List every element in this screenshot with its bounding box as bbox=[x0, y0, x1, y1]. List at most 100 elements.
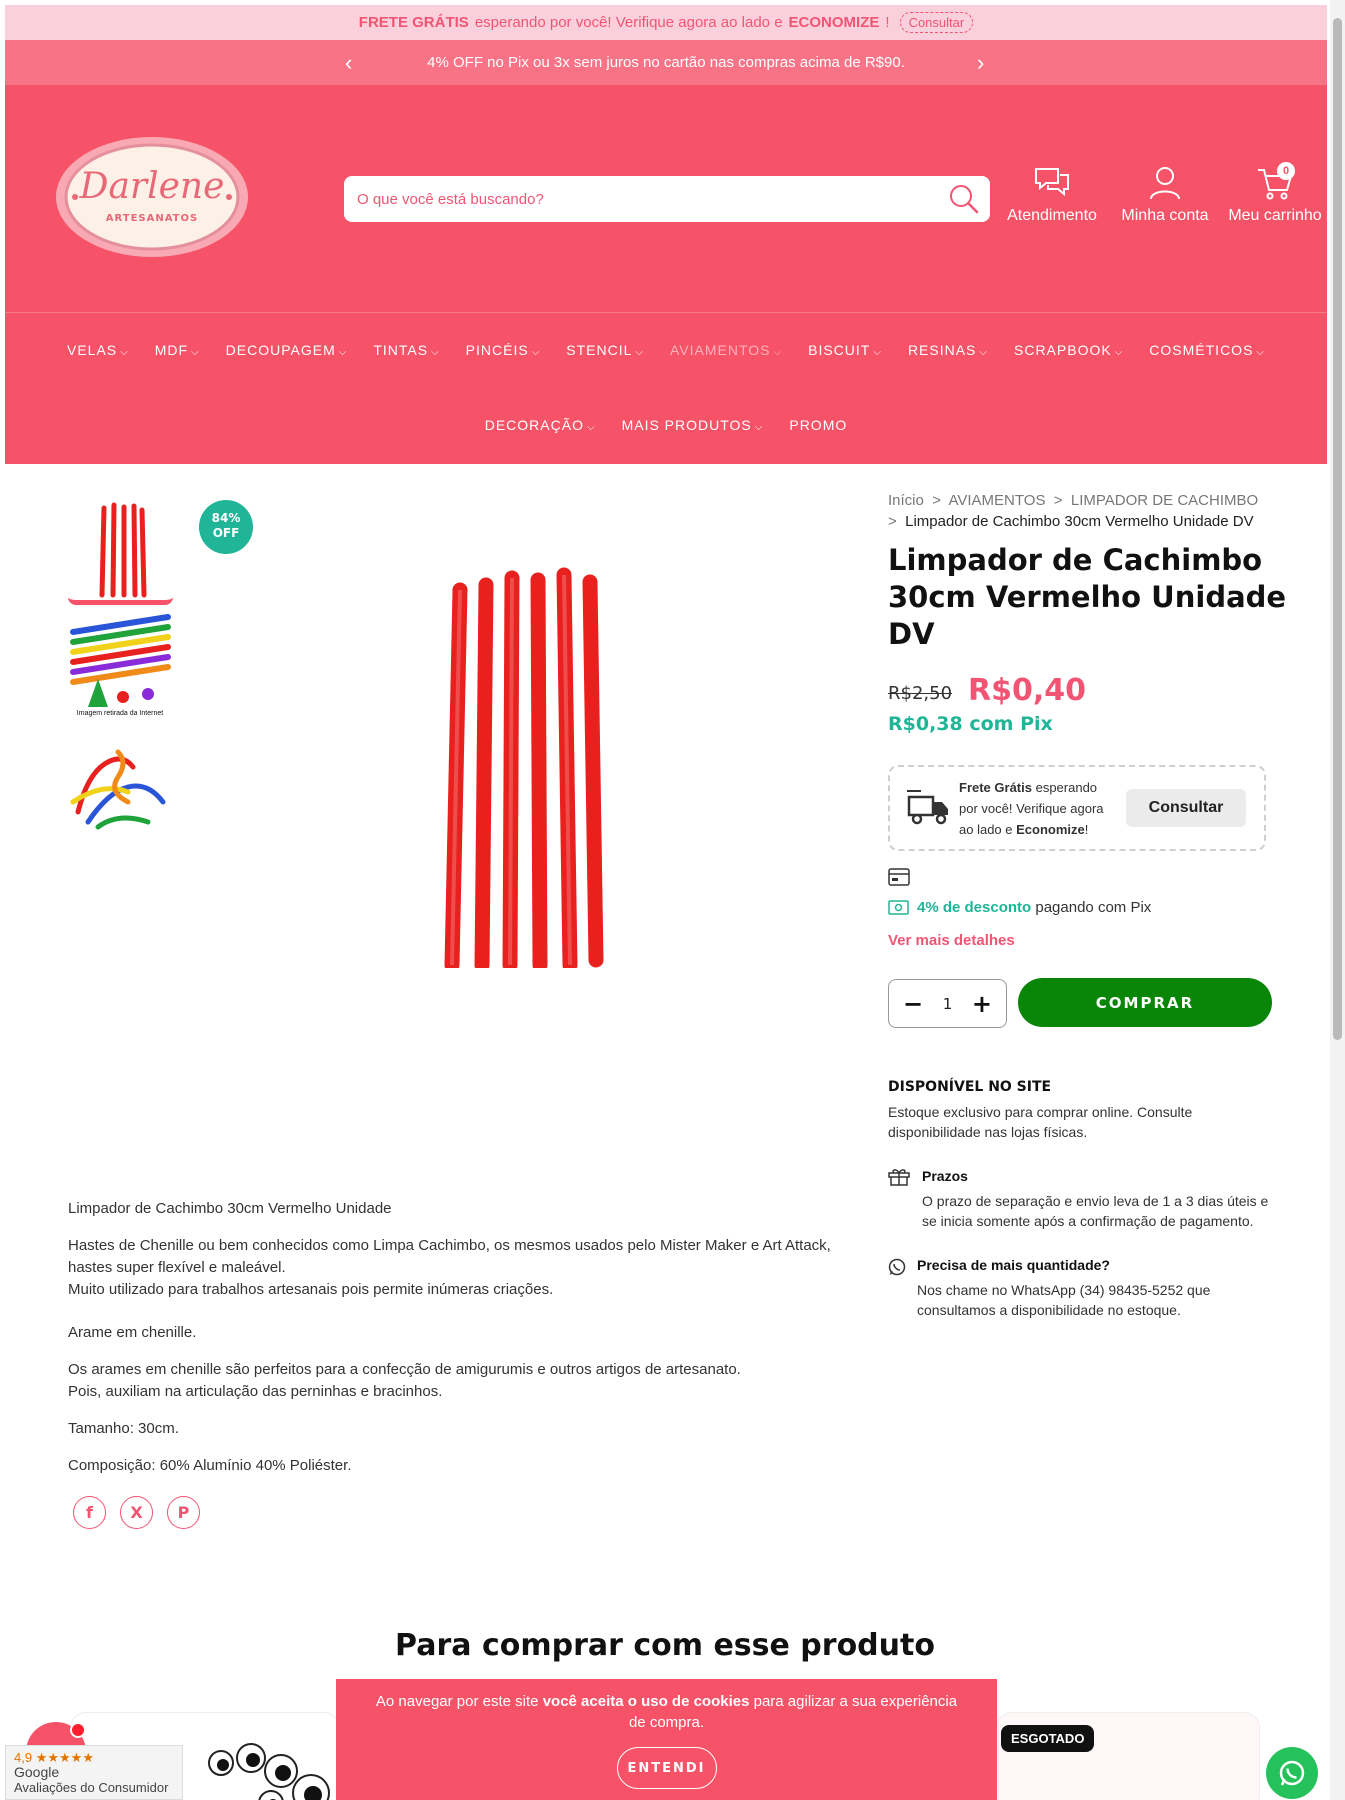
prazos-title: Prazos bbox=[922, 1168, 968, 1184]
desc-p5: Tamanho: 30cm. bbox=[68, 1420, 179, 1437]
plus-icon[interactable]: + bbox=[972, 992, 992, 1016]
nav-item-velas[interactable]: VELAS ⌵ bbox=[67, 342, 129, 358]
search-input[interactable] bbox=[357, 190, 937, 208]
current-price: R$0,40 bbox=[968, 673, 1086, 708]
nav-item-mdf[interactable]: MDF ⌵ bbox=[155, 342, 200, 358]
cookie-bold: você aceita o uso de cookies bbox=[542, 1693, 750, 1710]
breadcrumb-sep: > bbox=[932, 492, 941, 509]
nav-item-pinceis[interactable]: PINCÉIS ⌵ bbox=[466, 342, 541, 358]
chevron-down-icon: ⌵ bbox=[431, 347, 440, 358]
chevron-down-icon: ⌵ bbox=[586, 422, 596, 433]
old-price: R$2,50 bbox=[888, 683, 953, 704]
product-title: Limpador de Cachimbo 30cm Vermelho Unida… bbox=[888, 543, 1287, 651]
whatsapp-icon bbox=[888, 1258, 906, 1276]
google-label: Avaliações do Consumidor bbox=[14, 1780, 169, 1795]
chevron-down-icon: ⌵ bbox=[120, 347, 129, 358]
product-description: Limpador de Cachimbo 30cm Vermelho Unida… bbox=[68, 1198, 858, 1492]
promo-carousel: ‹ 4% OFF no Pix ou 3x sem juros no cartã… bbox=[5, 40, 1327, 85]
google-rating: 4,9 bbox=[14, 1750, 33, 1765]
chevron-down-icon: ⌵ bbox=[338, 347, 348, 358]
nav-item-decoupagem[interactable]: DECOUPAGEM ⌵ bbox=[226, 342, 348, 358]
chevron-down-icon: ⌵ bbox=[191, 347, 200, 358]
nav-item-mais-produtos[interactable]: MAIS PRODUTOS ⌵ bbox=[622, 417, 764, 433]
breadcrumb-home[interactable]: Início bbox=[888, 492, 924, 509]
stock-title: DISPONÍVEL NO SITE bbox=[888, 1079, 1052, 1095]
scrollbar-thumb[interactable] bbox=[1333, 18, 1342, 1040]
account-button[interactable]: Minha conta bbox=[1113, 165, 1217, 225]
economize-label: ECONOMIZE bbox=[788, 14, 880, 31]
desc-p1: Limpador de Cachimbo 30cm Vermelho Unida… bbox=[68, 1200, 392, 1217]
topbar-consultar-button[interactable]: Consultar bbox=[899, 12, 974, 33]
support-button[interactable]: Atendimento bbox=[1000, 165, 1104, 225]
x-twitter-icon[interactable]: X bbox=[120, 1496, 153, 1529]
chevron-down-icon: ⌵ bbox=[754, 422, 764, 433]
google-brand: Google bbox=[14, 1764, 60, 1780]
search-icon[interactable] bbox=[948, 183, 980, 219]
user-icon bbox=[1150, 167, 1180, 200]
chevron-down-icon: ⌵ bbox=[773, 347, 783, 358]
frete-text: esperando por você! Verifique agora ao l… bbox=[474, 14, 783, 31]
free-shipping-text: Frete Grátis esperando por você! Verifiq… bbox=[959, 780, 1104, 837]
cookie-text: Ao navegar por este site bbox=[375, 1693, 543, 1710]
google-reviews-badge[interactable]: 4,9 ★★★★★ Google Avaliações do Consumido… bbox=[5, 1745, 183, 1800]
breadcrumb-subcategory[interactable]: LIMPADOR DE CACHIMBO bbox=[1071, 492, 1258, 509]
desc-p3: Arame em chenille. bbox=[68, 1324, 197, 1341]
desc-p6: Composição: 60% Alumínio 40% Poliéster. bbox=[68, 1457, 352, 1474]
chevron-down-icon: ⌵ bbox=[1256, 347, 1266, 358]
star-rating-icon: ★★★★★ bbox=[35, 1750, 94, 1765]
nav-item-tintas[interactable]: TINTAS ⌵ bbox=[373, 342, 439, 358]
more-details-link[interactable]: Ver mais detalhes bbox=[888, 932, 1015, 949]
minus-icon[interactable]: − bbox=[903, 992, 923, 1016]
free-shipping-box: Frete Grátis esperando por você! Verifiq… bbox=[888, 765, 1266, 851]
free-shipping-bar: FRETE GRÁTIS esperando por você! Verifiq… bbox=[5, 5, 1327, 40]
cart-count-badge: 0 bbox=[1277, 162, 1295, 180]
breadcrumb-sep: > bbox=[888, 513, 897, 530]
facebook-icon[interactable]: f bbox=[73, 1496, 106, 1529]
gallery-thumb-1[interactable] bbox=[68, 500, 173, 605]
support-label: Atendimento bbox=[1007, 207, 1097, 224]
chevron-down-icon: ⌵ bbox=[635, 347, 644, 358]
nav-item-decoracao[interactable]: DECORAÇÃO ⌵ bbox=[485, 417, 596, 433]
logo-name: Darlene bbox=[79, 166, 225, 207]
thumb-caption: Imagem retirada da Internet bbox=[77, 710, 163, 717]
chevron-left-icon[interactable]: ‹ bbox=[345, 50, 352, 76]
accept-cookies-button[interactable]: ENTENDI bbox=[616, 1747, 717, 1789]
discount-off-label: OFF bbox=[212, 526, 240, 540]
box-icon bbox=[888, 1169, 910, 1186]
discount-percent: 84% bbox=[211, 511, 241, 525]
chevron-down-icon: ⌵ bbox=[531, 347, 541, 358]
gallery-thumb-2[interactable]: Imagem retirada da Internet bbox=[68, 612, 173, 717]
pix-discount: 4% de desconto bbox=[917, 899, 1032, 916]
nav-item-aviamentos[interactable]: AVIAMENTOS ⌵ bbox=[670, 342, 782, 358]
nav-item-scrapbook[interactable]: SCRAPBOOK ⌵ bbox=[1014, 342, 1123, 358]
truck-icon bbox=[907, 790, 948, 825]
store-logo[interactable]: Darlene ARTESANATOS bbox=[53, 133, 251, 261]
related-products-title: Para comprar com esse produto bbox=[395, 1628, 935, 1663]
buy-button[interactable]: COMPRAR bbox=[1018, 978, 1272, 1027]
nav-item-promo[interactable]: PROMO bbox=[789, 417, 847, 433]
discount-badge: 84% OFF bbox=[199, 500, 253, 554]
notification-dot bbox=[70, 1722, 86, 1738]
more-quantity-text: Nos chame no WhatsApp (34) 98435-5252 qu… bbox=[917, 1282, 1211, 1318]
pinterest-icon[interactable]: P bbox=[167, 1496, 200, 1529]
account-label: Minha conta bbox=[1121, 207, 1209, 224]
nav-item-resinas[interactable]: RESINAS ⌵ bbox=[908, 342, 988, 358]
whatsapp-button[interactable] bbox=[1266, 1747, 1318, 1799]
nav-item-biscuit[interactable]: BISCUIT ⌵ bbox=[808, 342, 882, 358]
quantity-stepper: − 1 + bbox=[888, 979, 1007, 1028]
consultar-button[interactable]: Consultar bbox=[1126, 789, 1246, 827]
desc-p2: Hastes de Chenille ou bem conhecidos com… bbox=[68, 1237, 831, 1298]
gallery-thumb-3[interactable] bbox=[68, 732, 173, 837]
nav-item-stencil[interactable]: STENCIL ⌵ bbox=[566, 342, 644, 358]
chevron-right-icon[interactable]: › bbox=[977, 50, 984, 76]
cart-button[interactable]: 0 Meu carrinho bbox=[1223, 162, 1327, 225]
prazos-text: O prazo de separação e envio leva de 1 a… bbox=[922, 1193, 1269, 1229]
pix-discount-line: 4% de desconto pagando com Pix bbox=[888, 899, 1151, 916]
breadcrumb-category[interactable]: AVIAMENTOS bbox=[948, 492, 1045, 509]
quantity-value[interactable]: 1 bbox=[943, 995, 953, 1013]
product-main-image[interactable] bbox=[430, 560, 620, 973]
cash-icon bbox=[888, 900, 909, 915]
stock-text: Estoque exclusivo para comprar online. C… bbox=[888, 1104, 1193, 1140]
nav-item-cosmeticos[interactable]: COSMÉTICOS ⌵ bbox=[1149, 342, 1265, 358]
desc-p4: Os arames em chenille são perfeitos para… bbox=[68, 1361, 741, 1400]
